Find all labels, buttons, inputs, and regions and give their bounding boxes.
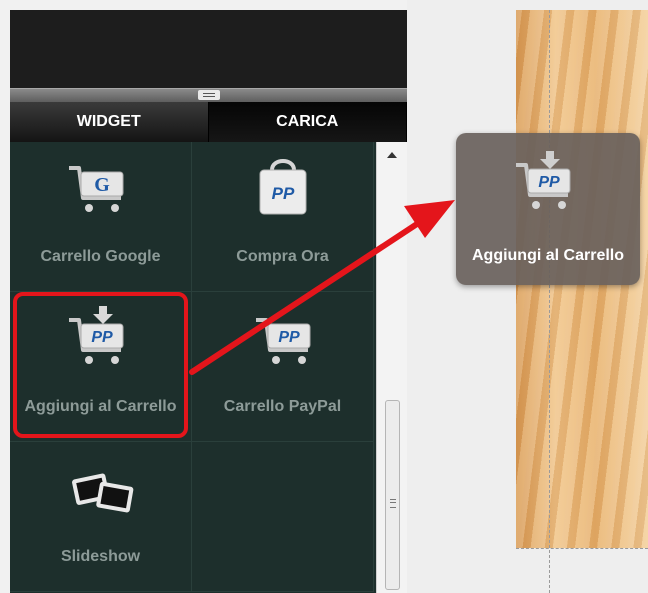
- drag-arrow-icon: [189, 200, 455, 375]
